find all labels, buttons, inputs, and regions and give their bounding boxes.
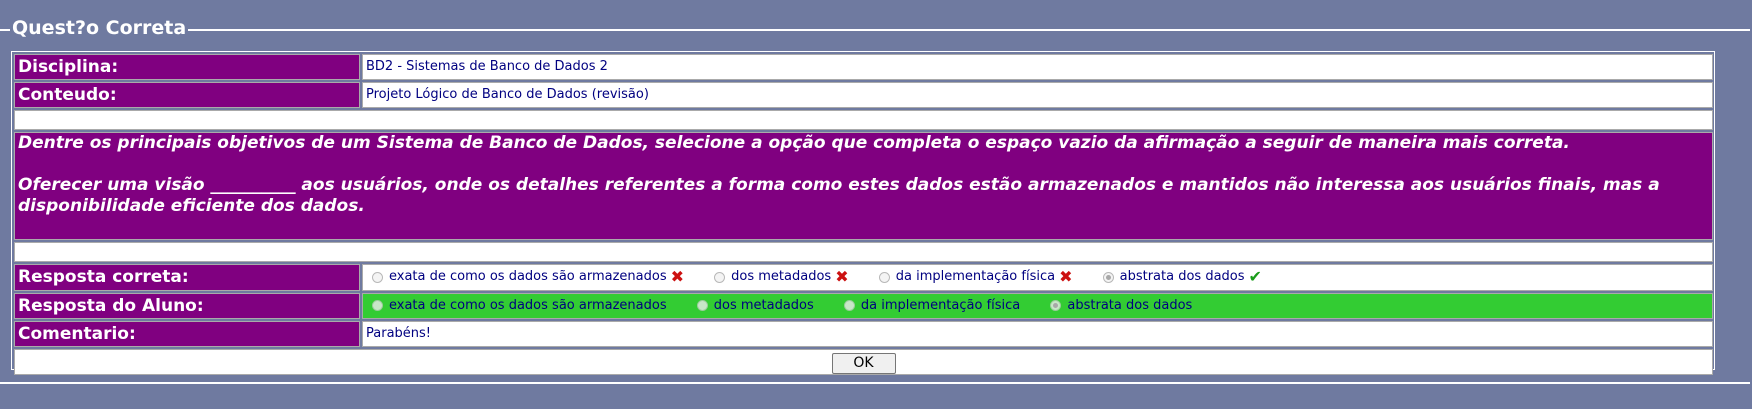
- conteudo-label: Conteudo:: [14, 82, 360, 108]
- correct-option-1: exata de como os dados são armazenados ✖: [366, 265, 684, 289]
- row-comment: Comentario: Parabéns!: [14, 321, 1713, 347]
- wrong-icon: ✖: [835, 267, 849, 286]
- wrong-icon: ✖: [1059, 267, 1073, 286]
- row-spacer-bottom: [14, 242, 1713, 262]
- row-question: Dentre os principais objetivos de um Sis…: [14, 132, 1713, 240]
- question-line-2: Oferecer uma visão __________ aos usuári…: [18, 175, 1660, 216]
- question-line-1: Dentre os principais objetivos de um Sis…: [18, 133, 1570, 153]
- option-label: da implementação física: [895, 269, 1056, 284]
- row-student-answer: Resposta do Aluno: exata de como os dado…: [14, 292, 1713, 319]
- row-correct-answer: Resposta correta: exata de como os dados…: [14, 264, 1713, 291]
- student-option-2: dos metadados: [691, 294, 814, 318]
- correct-icon: ✔: [1248, 267, 1262, 286]
- row-ok: OK: [14, 349, 1713, 375]
- option-label: abstrata dos dados: [1067, 297, 1193, 313]
- student-answer-label: Resposta do Aluno:: [14, 292, 360, 319]
- radio-button[interactable]: [878, 271, 890, 283]
- row-conteudo: Conteudo: Projeto Lógico de Banco de Dad…: [14, 82, 1713, 108]
- correct-option-2: dos metadados ✖: [708, 265, 849, 289]
- comment-label: Comentario:: [14, 321, 360, 347]
- correct-option-4: abstrata dos dados ✔: [1097, 265, 1262, 289]
- row-spacer-top: [14, 110, 1713, 130]
- disciplina-label: Disciplina:: [14, 54, 360, 80]
- question-text: Dentre os principais objetivos de um Sis…: [14, 132, 1713, 240]
- question-table: Disciplina: BD2 - Sistemas de Banco de D…: [12, 52, 1715, 377]
- correct-answer-options: exata de como os dados são armazenados ✖…: [362, 264, 1713, 291]
- radio-button[interactable]: [372, 271, 383, 283]
- radio-button[interactable]: [372, 300, 383, 311]
- option-label: dos metadados: [713, 297, 814, 313]
- comment-value: Parabéns!: [362, 321, 1713, 347]
- student-option-3: da implementação física: [838, 294, 1020, 318]
- spacer: [14, 242, 1713, 262]
- radio-button-selected[interactable]: [1050, 300, 1062, 311]
- radio-button-selected[interactable]: [1102, 271, 1114, 283]
- ok-cell: OK: [14, 349, 1713, 375]
- option-label: abstrata dos dados: [1119, 269, 1245, 284]
- radio-button[interactable]: [696, 300, 708, 311]
- radio-button[interactable]: [843, 300, 855, 311]
- option-label: dos metadados: [731, 269, 832, 284]
- option-label: da implementação física: [860, 297, 1021, 313]
- correct-option-3: da implementação física ✖: [873, 265, 1073, 289]
- option-label: exata de como os dados são armazenados: [389, 297, 667, 313]
- spacer: [14, 110, 1713, 130]
- option-label: exata de como os dados são armazenados: [389, 269, 667, 284]
- correct-answer-label: Resposta correta:: [14, 264, 360, 291]
- student-option-1: exata de como os dados são armazenados: [366, 294, 667, 318]
- page-title: Quest?o Correta: [10, 17, 189, 39]
- wrong-icon: ✖: [670, 267, 684, 286]
- disciplina-value: BD2 - Sistemas de Banco de Dados 2: [362, 54, 1713, 80]
- radio-button[interactable]: [714, 271, 726, 283]
- row-disciplina: Disciplina: BD2 - Sistemas de Banco de D…: [14, 54, 1713, 80]
- student-option-4: abstrata dos dados: [1044, 294, 1192, 318]
- student-answer-options: exata de como os dados são armazenados d…: [362, 292, 1713, 319]
- conteudo-value: Projeto Lógico de Banco de Dados (revisã…: [362, 82, 1713, 108]
- ok-button[interactable]: OK: [831, 352, 896, 374]
